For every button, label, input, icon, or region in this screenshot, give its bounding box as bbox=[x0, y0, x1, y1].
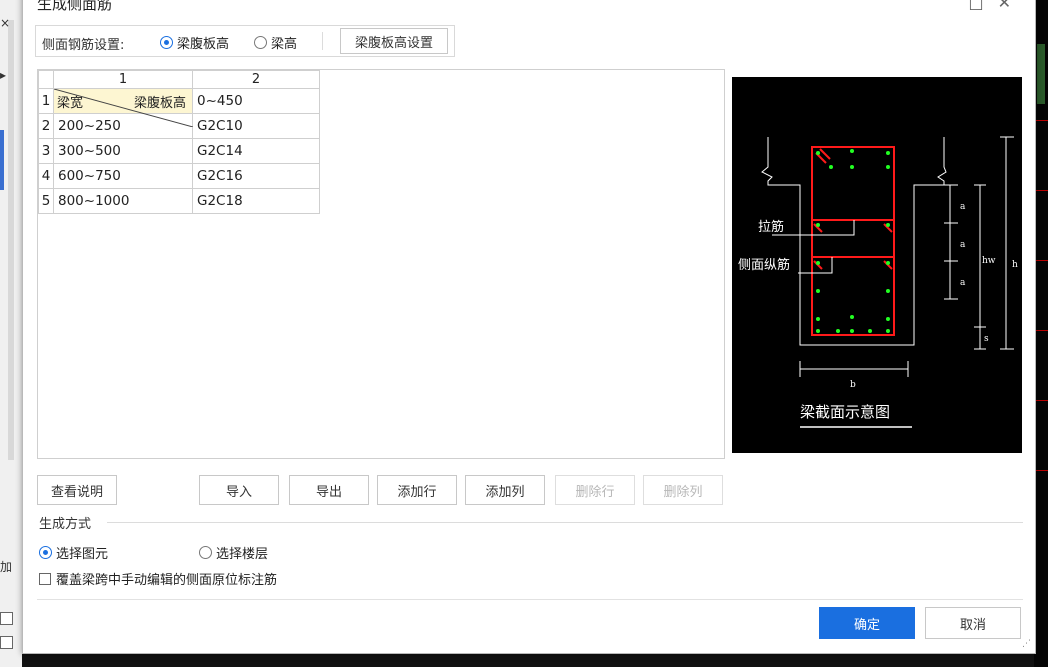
tie-label: 拉筋 bbox=[758, 219, 784, 235]
background-canvas-line bbox=[1034, 330, 1048, 331]
checkbox-icon bbox=[39, 572, 51, 585]
grid-cell[interactable]: G2C16 bbox=[192, 163, 320, 189]
background-label: 加 bbox=[0, 560, 13, 574]
add-column-button[interactable]: 添加列 bbox=[465, 475, 545, 505]
background-right-canvas bbox=[1034, 0, 1048, 667]
background-selection-marker bbox=[0, 130, 4, 190]
cancel-button[interactable]: 取消 bbox=[925, 607, 1021, 639]
rebar-grid-panel: 1 2 1 梁腹板高 梁宽 0~450 2 200~250 G2C10 3 30… bbox=[37, 69, 725, 459]
grid-corner-cell bbox=[38, 70, 54, 89]
delete-row-button[interactable]: 删除行 bbox=[555, 475, 635, 505]
beam-section-drawing: a a a hw h s b 拉筋 侧面纵筋 梁截面示意图 bbox=[738, 136, 1018, 428]
window-controls: □✕ bbox=[968, 0, 1025, 12]
radio-beam-height[interactable]: 梁高 bbox=[254, 33, 297, 52]
web-height-settings-button[interactable]: 梁腹板高设置 bbox=[340, 28, 448, 54]
radio-select-floor[interactable]: 选择楼层 bbox=[199, 543, 268, 562]
background-canvas-line bbox=[1034, 260, 1048, 261]
background-canvas-line bbox=[1034, 190, 1048, 191]
grid-column-header-row: 1 2 bbox=[38, 70, 320, 89]
dim-h-label: h bbox=[1012, 260, 1018, 270]
side-rebar-setting-label: 侧面钢筋设置: bbox=[42, 38, 125, 53]
grid-diagonal-header-cell[interactable]: 梁腹板高 梁宽 bbox=[53, 88, 193, 127]
radio-select-element-label: 选择图元 bbox=[56, 547, 109, 562]
diagonal-top-label: 梁腹板高 bbox=[133, 96, 186, 111]
beam-outline bbox=[761, 137, 947, 346]
background-arrow: ▸ bbox=[0, 68, 7, 82]
grid-column-header[interactable]: 2 bbox=[192, 70, 320, 89]
ok-button[interactable]: 确定 bbox=[819, 607, 915, 639]
grid-cell[interactable]: 600~750 bbox=[53, 163, 193, 189]
table-row: 1 梁腹板高 梁宽 0~450 bbox=[38, 88, 320, 127]
grid-cell[interactable]: 0~450 bbox=[192, 88, 320, 114]
dim-b-label: b bbox=[850, 380, 856, 390]
grid-row-header[interactable]: 3 bbox=[38, 138, 54, 164]
table-row: 3 300~500 G2C14 bbox=[38, 138, 320, 164]
export-button[interactable]: 导出 bbox=[289, 475, 369, 505]
view-help-button[interactable]: 查看说明 bbox=[37, 475, 117, 505]
radio-unchecked-icon bbox=[199, 546, 212, 559]
background-left-panel: × ▸ 加 bbox=[0, 0, 23, 667]
dim-a-label: a bbox=[960, 202, 966, 212]
radio-select-element[interactable]: 选择图元 bbox=[39, 543, 108, 562]
radio-web-height-label: 梁腹板高 bbox=[177, 37, 230, 52]
dim-hw-label: hw bbox=[982, 256, 996, 266]
grid-cell[interactable]: G2C14 bbox=[192, 138, 320, 164]
background-canvas-line bbox=[1034, 470, 1048, 471]
dim-a-label: a bbox=[960, 278, 966, 288]
resize-grip-icon[interactable]: ⋰ bbox=[1022, 639, 1031, 649]
diagonal-bottom-label: 梁宽 bbox=[57, 96, 84, 111]
side-bar-label: 侧面纵筋 bbox=[738, 257, 790, 273]
background-canvas-line bbox=[1034, 400, 1048, 401]
grid-cell[interactable]: G2C10 bbox=[192, 113, 320, 139]
delete-column-button[interactable]: 删除列 bbox=[643, 475, 723, 505]
rebar-grid: 1 2 1 梁腹板高 梁宽 0~450 2 200~250 G2C10 3 30… bbox=[38, 70, 320, 214]
rebar-dots bbox=[816, 149, 890, 333]
dim-a-label: a bbox=[960, 240, 966, 250]
grid-row-header[interactable]: 1 bbox=[38, 88, 54, 114]
grid-row-header[interactable]: 4 bbox=[38, 163, 54, 189]
background-checkbox[interactable] bbox=[0, 612, 13, 625]
radio-web-height[interactable]: 梁腹板高 bbox=[160, 33, 229, 52]
background-canvas-line bbox=[1034, 120, 1048, 121]
override-annotation-checkbox[interactable]: 覆盖梁跨中手动编辑的侧面原位标注筋 bbox=[39, 569, 277, 588]
grid-cell[interactable]: G2C18 bbox=[192, 188, 320, 214]
footer-divider bbox=[37, 599, 1023, 600]
radio-beam-height-label: 梁高 bbox=[271, 37, 298, 52]
dialog-title: 生成侧面筋 bbox=[37, 0, 113, 13]
grid-row-header[interactable]: 2 bbox=[38, 113, 54, 139]
dim-s-label: s bbox=[984, 334, 989, 344]
side-bar-leader-line bbox=[798, 257, 833, 274]
table-row: 5 800~1000 G2C18 bbox=[38, 188, 320, 214]
radio-unchecked-icon bbox=[254, 36, 267, 49]
generate-mode-label: 生成方式 bbox=[39, 517, 92, 532]
radio-checked-icon bbox=[39, 546, 52, 559]
diagram-caption: 梁截面示意图 bbox=[800, 403, 890, 421]
stirrup bbox=[811, 146, 895, 336]
beam-section-diagram: a a a hw h s b 拉筋 侧面纵筋 梁截面示意图 bbox=[732, 77, 1022, 453]
close-icon[interactable]: ✕ bbox=[998, 0, 1025, 12]
divider bbox=[322, 32, 323, 50]
add-row-button[interactable]: 添加行 bbox=[377, 475, 457, 505]
side-rebar-setting-row: 侧面钢筋设置: 梁腹板高 梁高 梁腹板高设置 bbox=[35, 25, 455, 57]
grid-cell[interactable]: 300~500 bbox=[53, 138, 193, 164]
grid-row-header[interactable]: 5 bbox=[38, 188, 54, 214]
side-rebar-dialog: 生成侧面筋 □✕ 侧面钢筋设置: 梁腹板高 梁高 梁腹板高设置 1 2 1 梁腹… bbox=[22, 0, 1036, 654]
dimension-labels: a a a hw h s b bbox=[850, 202, 1018, 390]
background-scrollbar bbox=[8, 20, 14, 460]
import-button[interactable]: 导入 bbox=[199, 475, 279, 505]
radio-select-floor-label: 选择楼层 bbox=[216, 547, 269, 562]
table-row: 4 600~750 G2C16 bbox=[38, 163, 320, 189]
background-bottom-canvas bbox=[22, 652, 1034, 667]
background-close-glyph: × bbox=[0, 16, 11, 30]
grid-cell[interactable]: 800~1000 bbox=[53, 188, 193, 214]
background-canvas-element bbox=[1037, 44, 1045, 104]
maximize-icon[interactable]: □ bbox=[968, 0, 997, 12]
background-checkbox[interactable] bbox=[0, 636, 13, 649]
radio-checked-icon bbox=[160, 36, 173, 49]
override-annotation-label: 覆盖梁跨中手动编辑的侧面原位标注筋 bbox=[56, 573, 278, 588]
grid-column-header[interactable]: 1 bbox=[53, 70, 193, 89]
group-divider bbox=[107, 522, 1023, 523]
